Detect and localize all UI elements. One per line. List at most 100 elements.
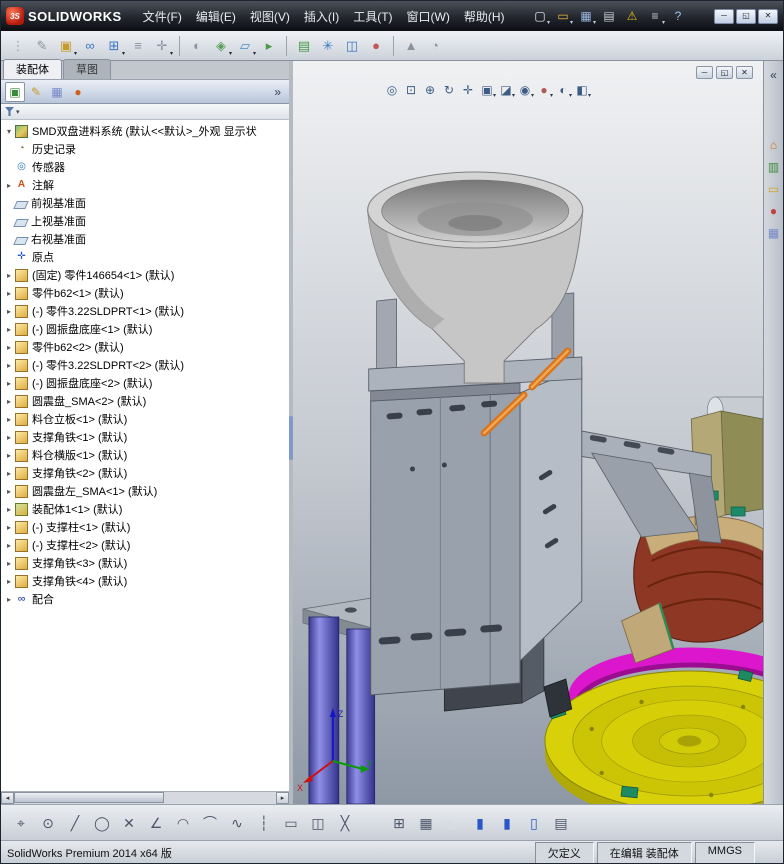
menu-item-1[interactable]: 编辑(E)	[189, 4, 243, 29]
select-icon[interactable]: ⌖	[9, 811, 33, 835]
document-minimize-icon[interactable]: ─	[696, 66, 713, 79]
tree-item[interactable]: ▸ 支撑角铁<1> (默认)	[1, 428, 289, 446]
scroll-right-button[interactable]	[276, 792, 289, 804]
expand-arrow-icon[interactable]: ▸	[4, 541, 14, 550]
tree-item[interactable]: ▸ 注解	[1, 176, 289, 194]
menu-item-2[interactable]: 视图(V)	[243, 4, 297, 29]
menu-item-5[interactable]: 窗口(W)	[400, 4, 457, 29]
window-close-icon[interactable]: ✕	[758, 8, 778, 24]
sketch-tangent-arc-icon[interactable]: ⌒	[198, 811, 222, 835]
collapse-arrow-icon[interactable]	[4, 127, 14, 136]
new-document-icon[interactable]: ▢ ▾	[530, 6, 550, 26]
appearances-scenes-icon[interactable]: ●	[765, 202, 783, 220]
tab-assembly[interactable]: 装配体	[3, 59, 62, 79]
options-icon[interactable]: ≡ ▾	[645, 6, 665, 26]
toolbar-grip-icon[interactable]: ⋮	[7, 35, 29, 57]
expand-arrow-icon[interactable]: ▸	[4, 469, 14, 478]
menu-item-0[interactable]: 文件(F)	[136, 4, 189, 29]
show-hidden-components-icon[interactable]: ◐	[186, 35, 208, 57]
exploded-view-icon[interactable]: ✳	[317, 35, 339, 57]
reference-geometry-icon[interactable]: ▱ ▾	[234, 35, 256, 57]
tree-root-item[interactable]: SMD双盘进料系统 (默认<<默认>_外观 显示状	[1, 122, 289, 140]
graphics-area[interactable]: Z X Y ◎ ⊡ ⊕ ↻ ✛ ▣ ▾ ◪ ▾ ◉ ▾ ● ▾ ◐ ▾ ◧ ▾ ─ ◱ ✕	[293, 61, 763, 804]
tree-item[interactable]: ▸ (-) 支撑柱<2> (默认)	[1, 536, 289, 554]
tree-item[interactable]: 上视基准面	[1, 212, 289, 230]
assembly-features-icon[interactable]: ◈ ▾	[210, 35, 232, 57]
tree-item[interactable]: ▸ 料仓横版<1> (默认)	[1, 446, 289, 464]
filter-icon[interactable]	[5, 107, 14, 116]
view-orientation-icon[interactable]: ▣ ▾	[478, 81, 496, 99]
document-restore-icon[interactable]: ◱	[716, 66, 733, 79]
expand-arrow-icon[interactable]: ▸	[4, 181, 14, 190]
tree-horizontal-scrollbar[interactable]	[1, 791, 289, 804]
quick-snaps-icon[interactable]: ⊞	[387, 811, 411, 835]
sketch-circle-icon[interactable]: ◯	[90, 811, 114, 835]
open-document-icon[interactable]: ▭ ▾	[553, 6, 573, 26]
apply-scene-icon[interactable]: ◐ ▾	[554, 81, 572, 99]
tree-item[interactable]: 历史记录	[1, 140, 289, 158]
expand-arrow-icon[interactable]: ▸	[4, 577, 14, 586]
photoview-preview-icon[interactable]: ◔	[424, 35, 446, 57]
design-library-icon[interactable]: ▥	[765, 158, 783, 176]
document-close-icon[interactable]: ✕	[736, 66, 753, 79]
custom-properties-icon[interactable]: ▦	[765, 224, 783, 242]
edit-appearance-icon[interactable]: ●	[365, 35, 387, 57]
sketch-point-icon[interactable]: ⊙	[36, 811, 60, 835]
tree-item[interactable]: ▸ 圆震盘_SMA<2> (默认)	[1, 392, 289, 410]
tree-item[interactable]: ▸ 支撑角铁<4> (默认)	[1, 572, 289, 590]
save-icon[interactable]: ▦ ▾	[576, 6, 596, 26]
expand-arrow-icon[interactable]: ▸	[4, 433, 14, 442]
solidworks-resources-icon[interactable]: ⌂	[765, 136, 783, 154]
sketch-erase-icon[interactable]: ✕	[117, 811, 141, 835]
tree-item[interactable]: 原点	[1, 248, 289, 266]
scrollbar-thumb[interactable]	[14, 792, 164, 803]
expand-arrow-icon[interactable]: ▸	[4, 397, 14, 406]
tree-item[interactable]: 前视基准面	[1, 194, 289, 212]
tree-item[interactable]: ▸ (-) 圆振盘底座<1> (默认)	[1, 320, 289, 338]
expand-arrow-icon[interactable]: ▸	[4, 307, 14, 316]
model-canvas[interactable]: Z X Y	[293, 61, 763, 804]
taskpane-collapse-icon[interactable]: «	[765, 66, 783, 84]
design-table-icon[interactable]: ▤	[549, 811, 573, 835]
expand-arrow-icon[interactable]: ▸	[4, 505, 14, 514]
menu-item-4[interactable]: 工具(T)	[346, 4, 399, 29]
expand-arrow-icon[interactable]: ▸	[4, 595, 14, 604]
sketch-rectangle-icon[interactable]: ▭	[279, 811, 303, 835]
tab-sketch[interactable]: 草图	[63, 59, 111, 79]
edit-appearance-icon[interactable]: ● ▾	[535, 81, 553, 99]
configurationmanager-icon[interactable]: ▦	[47, 82, 67, 102]
print-icon[interactable]: ▤	[599, 6, 619, 26]
display-style-icon[interactable]: ◪ ▾	[497, 81, 515, 99]
propertymanager-icon[interactable]: ✎	[26, 82, 46, 102]
expand-arrow-icon[interactable]: ▸	[4, 559, 14, 568]
tree-item[interactable]: ▸ 装配体1<1> (默认)	[1, 500, 289, 518]
simulationxpress-icon[interactable]: ▲	[400, 35, 422, 57]
expand-arrow-icon[interactable]: ▸	[4, 451, 14, 460]
tree-item[interactable]: ▸ 支撑角铁<2> (默认)	[1, 464, 289, 482]
sketch-spline-icon[interactable]: ∿	[225, 811, 249, 835]
tree-item[interactable]: ▸ 配合	[1, 590, 289, 608]
sketch-line-icon[interactable]: ╱	[63, 811, 87, 835]
expand-arrow-icon[interactable]: ▸	[4, 523, 14, 532]
plane-display-icon[interactable]: ◣	[441, 811, 465, 835]
tree-item[interactable]: ▸ (固定) 零件146654<1> (默认)	[1, 266, 289, 284]
sketch-arc-icon[interactable]: ◠	[171, 811, 195, 835]
expand-arrow-icon[interactable]: ▸	[4, 379, 14, 388]
panel-expand-button[interactable]: »	[270, 85, 285, 99]
expand-arrow-icon[interactable]: ▸	[4, 325, 14, 334]
pan-icon[interactable]: ✛	[459, 81, 477, 99]
sketch-trim-icon[interactable]: ╳	[333, 811, 357, 835]
filter-dropdown-icon[interactable]: ▾	[16, 108, 20, 116]
tree-item[interactable]: 右视基准面	[1, 230, 289, 248]
document-view-2-icon[interactable]: ▮	[495, 811, 519, 835]
expand-arrow-icon[interactable]: ▸	[4, 487, 14, 496]
menu-item-6[interactable]: 帮助(H)	[457, 4, 512, 29]
tree-item[interactable]: 传感器	[1, 158, 289, 176]
featuremanager-design-tree-icon[interactable]: ▣	[5, 81, 25, 102]
tree-item[interactable]: ▸ (-) 零件3.22SLDPRT<1> (默认)	[1, 302, 289, 320]
zoom-to-fit-icon[interactable]: ◎	[383, 81, 401, 99]
move-component-icon[interactable]: ✛ ▾	[151, 35, 173, 57]
view-settings-icon[interactable]: ◧ ▾	[573, 81, 591, 99]
mate-icon[interactable]: ∞	[79, 35, 101, 57]
expand-arrow-icon[interactable]: ▸	[4, 361, 14, 370]
